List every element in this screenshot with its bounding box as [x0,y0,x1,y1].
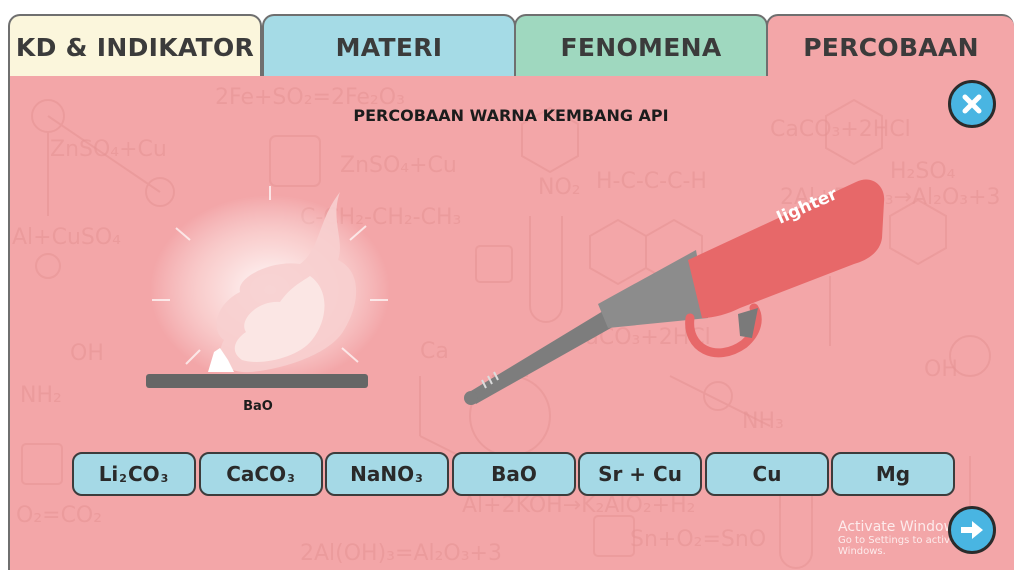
chemical-button-sr-cu[interactable]: Sr + Cu [578,452,702,496]
svg-text:CaCO₃+2HCl: CaCO₃+2HCl [770,117,911,142]
arrow-right-icon [961,521,983,539]
tab-bar: KD & INDIKATOR MATERI FENOMENA PERCOBAAN [8,14,1014,78]
lighter-nozzle [466,308,618,404]
chemical-button-caco3[interactable]: CaCO 3 [199,452,323,496]
chemical-subscript: 3 [287,471,295,485]
chemical-button-nano3[interactable]: NaNO 3 [325,452,449,496]
chemical-subscript: 2 [119,471,127,485]
svg-text:OH: OH [70,341,104,366]
chemical-base: Sr + Cu [598,462,682,486]
next-button[interactable] [948,506,996,554]
flame-burner-illustration [146,186,390,388]
tab-kd-indikator[interactable]: KD & INDIKATOR [8,14,262,78]
chemical-button-li2co3[interactable]: Li 2 CO 3 [72,452,196,496]
chemical-button-mg[interactable]: Mg [831,452,955,496]
svg-text:H₂SO₄: H₂SO₄ [890,159,956,184]
chemical-base: NaNO [350,462,415,486]
svg-text:OH: OH [924,357,958,382]
chemical-base: Cu [752,462,782,486]
svg-text:NH₂: NH₂ [20,383,62,408]
burner-plate [146,374,368,388]
svg-text:Sn+O₂=SnO: Sn+O₂=SnO [630,527,766,552]
lighter-illustration: lighter [464,179,885,405]
chemical-base: Li [98,462,119,486]
chemical-button-cu[interactable]: Cu [705,452,829,496]
chemical-tail: CO [127,462,160,486]
tab-materi[interactable]: MATERI [262,14,516,78]
svg-text:ZnSO₄+Cu: ZnSO₄+Cu [340,153,457,178]
close-icon [962,94,982,114]
svg-text:Ca: Ca [420,339,449,364]
experiment-title: PERCOBAAN WARNA KEMBANG API [353,106,669,125]
chemical-base: CaCO [226,462,287,486]
svg-text:2Al(OH)₃=Al₂O₃+3: 2Al(OH)₃=Al₂O₃+3 [300,541,502,566]
svg-text:NH₃: NH₃ [742,409,784,434]
chemical-base: Mg [875,462,911,486]
svg-text:O₂=CO₂: O₂=CO₂ [16,503,102,528]
chemical-subscript: 3 [415,471,423,485]
svg-text:Al+2KOH→K₂AlO₂+H₂: Al+2KOH→K₂AlO₂+H₂ [462,493,695,518]
chemical-button-bao[interactable]: BaO [452,452,576,496]
chemical-base: BaO [491,462,537,486]
tab-percobaan[interactable]: PERCOBAAN [766,14,1014,78]
tab-fenomena[interactable]: FENOMENA [514,14,768,78]
close-button[interactable] [948,80,996,128]
svg-text:ZnSO₄+Cu: ZnSO₄+Cu [50,137,167,162]
svg-text:Al+CuSO₄: Al+CuSO₄ [12,225,121,250]
lighter-body [688,179,885,318]
sample-label: BaO [243,399,273,414]
chemical-subscript: 3 [160,471,169,485]
